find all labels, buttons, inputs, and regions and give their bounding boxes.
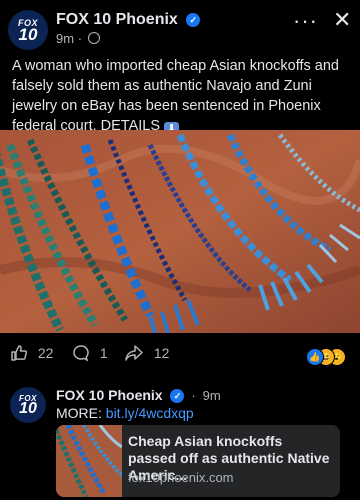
comment-button[interactable]: 1 bbox=[72, 344, 108, 362]
share-count: 12 bbox=[153, 345, 170, 361]
link-preview-card[interactable]: Cheap Asian knockoffs passed off as auth… bbox=[56, 425, 340, 497]
comment-author: FOX 10 Phoenix ✓ · 9m bbox=[56, 387, 221, 403]
comment-bubble-icon bbox=[73, 345, 89, 362]
close-button[interactable]: ✕ bbox=[333, 7, 351, 33]
avatar-logo-10: 10 bbox=[18, 25, 38, 44]
page-avatar[interactable]: FOX 10 bbox=[8, 10, 48, 50]
thumbs-up-icon bbox=[11, 345, 28, 361]
post-text: A woman who imported cheap Asian knockof… bbox=[12, 56, 354, 137]
page-name-text[interactable]: FOX 10 Phoenix bbox=[56, 11, 178, 28]
post-meta: 9m · bbox=[56, 31, 100, 46]
link-preview-domain: fox10phoenix.com bbox=[128, 470, 234, 485]
verified-badge-icon: ✓ bbox=[186, 13, 201, 27]
jewelry-photo-icon bbox=[0, 130, 360, 333]
meta-separator: · bbox=[77, 31, 83, 46]
comment-author-name[interactable]: FOX 10 Phoenix bbox=[56, 387, 163, 403]
like-button[interactable]: 22 bbox=[10, 344, 53, 362]
post-photo[interactable] bbox=[0, 130, 360, 333]
share-button[interactable]: 12 bbox=[124, 344, 169, 362]
globe-icon bbox=[87, 32, 100, 44]
comment-avatar[interactable]: FOX 10 bbox=[10, 387, 46, 423]
comment-verified-badge-icon: ✓ bbox=[170, 389, 185, 403]
comment-more-label: MORE: bbox=[56, 405, 102, 421]
comment-separator: · bbox=[191, 388, 196, 403]
post-header: FOX 10 FOX 10 Phoenix ✓ 9m · ··· ✕ bbox=[0, 0, 360, 52]
like-reaction-icon: 👍 bbox=[306, 348, 324, 366]
comment-time: 9m bbox=[202, 388, 221, 403]
comment-count: 1 bbox=[99, 345, 108, 361]
post-time[interactable]: 9m bbox=[56, 31, 74, 46]
more-options-button[interactable]: ··· bbox=[293, 8, 318, 34]
comment-avatar-logo-10: 10 bbox=[19, 400, 37, 417]
like-count: 22 bbox=[37, 345, 54, 361]
share-arrow-icon bbox=[125, 345, 143, 361]
comment-link[interactable]: bit.ly/4wcdxqp bbox=[106, 405, 194, 421]
comment-text: MORE: bit.ly/4wcdxqp bbox=[56, 405, 194, 421]
page-name[interactable]: FOX 10 Phoenix ✓ bbox=[56, 11, 201, 29]
link-preview-thumbnail-icon bbox=[56, 425, 122, 497]
